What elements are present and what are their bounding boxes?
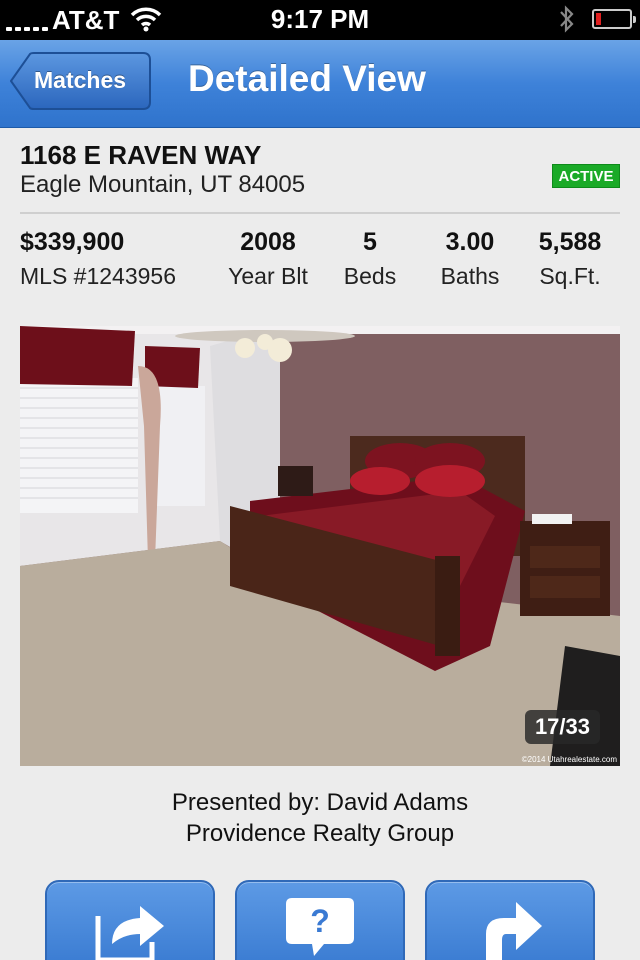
presented-by: Presented by: David Adams [171,789,469,816]
battery-icon [592,9,636,29]
bluetooth-icon [558,4,576,41]
clock: 9:17 PM [270,4,370,34]
sqft-stat: 5,588 Sq.Ft. [530,228,610,290]
beds-stat: 5 Beds [336,228,404,290]
back-button-label: Matches [34,67,127,93]
directions-icon [486,902,542,960]
year-built-label: Year Blt [228,263,308,289]
navigation-bar: Matches Detailed View [0,40,640,128]
question-icon: ? [286,898,354,956]
share-button[interactable] [45,880,215,960]
mls-number: MLS #1243956 [20,263,177,289]
svg-text:?: ? [310,903,330,939]
directions-button[interactable] [425,880,595,960]
bedroom-photo-image [20,326,620,766]
baths-label: Baths [440,263,500,289]
baths-value: 3.00 [445,228,495,256]
listing-photo[interactable]: 17/33 ©2014 Utahrealestate.com [20,326,620,766]
price-stat: $339,900 MLS #1243956 [20,228,176,290]
back-button[interactable]: Matches [10,52,151,110]
page-title: Detailed View [188,58,426,99]
price-value: $339,900 [20,228,125,256]
baths-stat: 3.00 Baths [432,228,508,290]
listing-city: Eagle Mountain, UT 84005 [20,171,306,198]
status-bar: AT&T 9:17 PM [0,0,640,40]
brokerage-name: Providence Realty Group [185,820,455,847]
year-built-stat: 2008 Year Blt [222,228,314,290]
beds-label: Beds [343,263,397,289]
status-badge: ACTIVE [552,164,620,188]
photo-watermark: ©2014 Utahrealestate.com [521,755,617,764]
year-built-value: 2008 [240,228,296,256]
share-icon [95,906,164,960]
photo-counter: 17/33 [524,710,600,744]
divider [20,212,620,214]
sqft-label: Sq.Ft. [539,263,601,289]
ask-question-button[interactable]: ? [235,880,405,960]
beds-value: 5 [363,228,377,256]
sqft-value: 5,588 [538,228,602,256]
listing-address: 1168 E RAVEN WAY [20,140,262,170]
